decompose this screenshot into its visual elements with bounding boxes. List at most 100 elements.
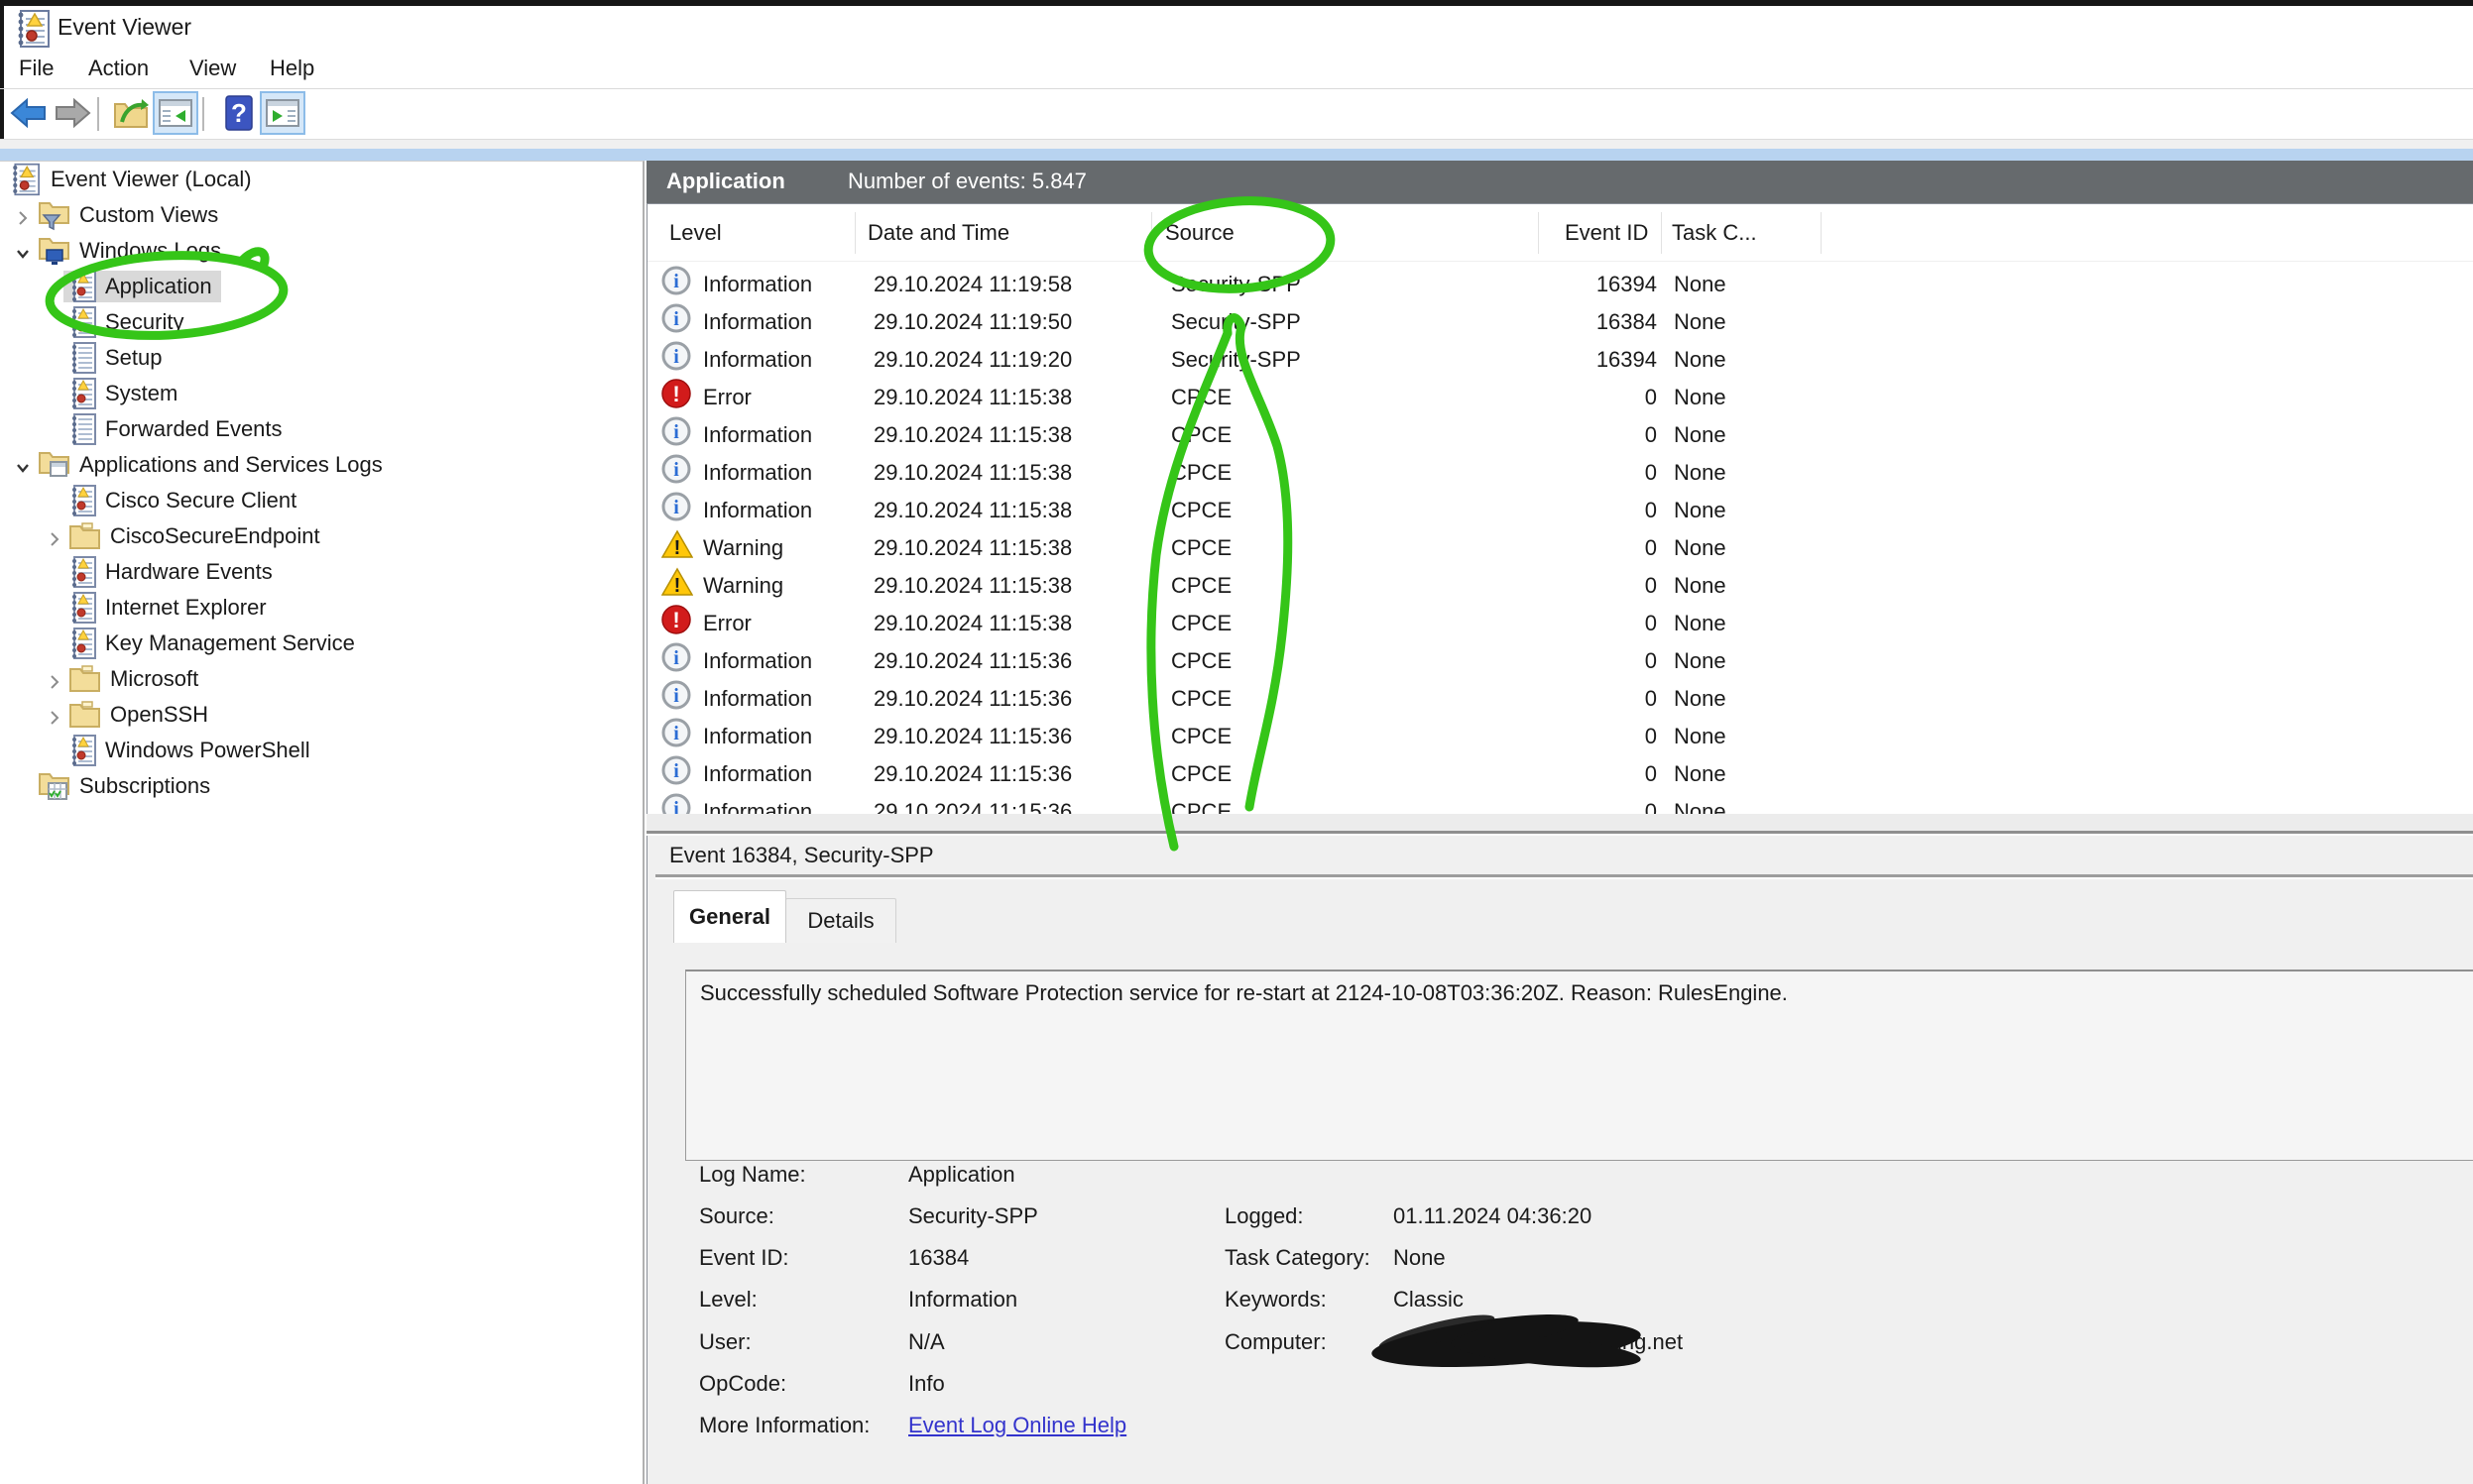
horizontal-splitter[interactable] — [647, 814, 2473, 836]
folder-subscriptions-icon — [38, 770, 70, 802]
event-task-category: None — [1674, 755, 1726, 793]
tree-item-event-viewer-local-[interactable]: Event Viewer (Local) — [0, 163, 641, 198]
event-row[interactable]: iInformation29.10.2024 11:15:36CPCE0None — [648, 755, 2473, 793]
event-datetime: 29.10.2024 11:15:36 — [874, 755, 1072, 793]
event-row[interactable]: iInformation29.10.2024 11:15:38CPCE0None — [648, 416, 2473, 454]
event-id: 0 — [1459, 605, 1657, 642]
tree-item-hardware-events[interactable]: Hardware Events — [0, 555, 641, 591]
warning-icon: ! — [661, 529, 693, 567]
column-header-task-c-[interactable]: Task C... — [1672, 204, 1757, 261]
menu-file[interactable]: File — [19, 54, 54, 83]
tree-item-openssh[interactable]: OpenSSH — [0, 698, 641, 734]
event-task-category: None — [1674, 379, 1726, 416]
event-id: 16384 — [1459, 303, 1657, 341]
field-label: Logged: — [1225, 1201, 1304, 1231]
tree-item-forwarded-events[interactable]: Forwarded Events — [0, 412, 641, 448]
column-header-source[interactable]: Source — [1165, 204, 1235, 261]
svg-text:i: i — [673, 308, 679, 330]
tree-item-cisco-secure-client[interactable]: Cisco Secure Client — [0, 484, 641, 519]
tree-item-system[interactable]: System — [0, 377, 641, 412]
tab-details[interactable]: Details — [785, 898, 896, 943]
tree-item-internet-explorer[interactable]: Internet Explorer — [0, 591, 641, 627]
chevron-down-icon[interactable] — [14, 457, 32, 475]
tree-item-label: Setup — [105, 345, 163, 371]
event-row[interactable]: iInformation29.10.2024 11:15:36CPCE0None — [648, 642, 2473, 680]
folder-subscriptions-icon — [38, 770, 70, 802]
tree-item-subscriptions[interactable]: Subscriptions — [0, 769, 641, 805]
tab-details-label: Details — [807, 908, 874, 934]
menu-action[interactable]: Action — [88, 54, 149, 83]
event-source: CPCE — [1171, 605, 1232, 642]
show-hide-action-pane-button[interactable] — [260, 91, 305, 135]
info-icon: i — [661, 755, 691, 793]
tree-item-windows-logs[interactable]: Windows Logs — [0, 234, 641, 270]
tree-item-windows-powershell[interactable]: Windows PowerShell — [0, 734, 641, 769]
tree-entry: Forwarded Events — [63, 413, 292, 445]
tree-item-key-management-service[interactable]: Key Management Service — [0, 627, 641, 662]
chevron-right-icon[interactable] — [46, 707, 63, 725]
event-row[interactable]: !Warning29.10.2024 11:15:38CPCE0None — [648, 567, 2473, 605]
column-separator[interactable] — [855, 212, 856, 254]
chevron-right-icon[interactable] — [14, 207, 32, 225]
event-row[interactable]: iInformation29.10.2024 11:15:38CPCE0None — [648, 454, 2473, 492]
info-icon: i — [661, 341, 691, 371]
tree-item-applications-and-services-logs[interactable]: Applications and Services Logs — [0, 448, 641, 484]
event-log-online-help-link[interactable]: Event Log Online Help — [908, 1411, 1126, 1440]
event-row[interactable]: iInformation29.10.2024 11:15:36CPCE0None — [648, 793, 2473, 815]
event-level: Error — [703, 605, 752, 642]
event-row[interactable]: !Error29.10.2024 11:15:38CPCE0None — [648, 605, 2473, 642]
menu-view[interactable]: View — [189, 54, 236, 83]
tree-entry: Windows Logs — [33, 235, 230, 267]
log-summary-event-count: Number of events: 5.847 — [848, 169, 1087, 194]
chevron-right-icon[interactable] — [46, 671, 63, 689]
field-label: Task Category: — [1225, 1243, 1370, 1273]
column-header-level[interactable]: Level — [669, 204, 722, 261]
tab-general-label: General — [689, 904, 770, 930]
tree-item-label: Custom Views — [79, 202, 218, 228]
show-hide-console-tree-button[interactable] — [153, 91, 198, 135]
back-button[interactable] — [6, 91, 52, 135]
open-saved-log-button[interactable] — [109, 91, 155, 135]
column-separator[interactable] — [1538, 212, 1539, 254]
error-icon: ! — [661, 379, 691, 416]
chevron-down-icon[interactable] — [14, 243, 32, 261]
field-label: User: — [699, 1327, 752, 1357]
event-row[interactable]: iInformation29.10.2024 11:19:20Security-… — [648, 341, 2473, 379]
event-row[interactable]: !Error29.10.2024 11:15:38CPCE0None — [648, 379, 2473, 416]
column-separator[interactable] — [1151, 212, 1152, 254]
info-icon: i — [661, 303, 691, 341]
tree-item-application[interactable]: Application — [0, 270, 641, 305]
forward-button[interactable] — [50, 91, 95, 135]
info-icon: i — [661, 416, 691, 446]
help-button[interactable]: ? — [216, 91, 262, 135]
tree-item-label: Hardware Events — [105, 559, 273, 585]
event-level: Information — [703, 341, 812, 379]
column-separator[interactable] — [1821, 212, 1822, 254]
field-value: Info — [908, 1369, 945, 1399]
column-separator[interactable] — [1661, 212, 1662, 254]
event-row[interactable]: iInformation29.10.2024 11:19:58Security-… — [648, 266, 2473, 303]
event-id: 16394 — [1459, 266, 1657, 303]
event-datetime: 29.10.2024 11:15:38 — [874, 492, 1072, 529]
tree-item-security[interactable]: Security — [0, 305, 641, 341]
event-row[interactable]: iInformation29.10.2024 11:15:36CPCE0None — [648, 718, 2473, 755]
event-description-box[interactable]: Successfully scheduled Software Protecti… — [685, 970, 2473, 1161]
tab-general[interactable]: General — [673, 890, 786, 943]
event-row[interactable]: iInformation29.10.2024 11:19:50Security-… — [648, 303, 2473, 341]
log-plain-icon — [68, 413, 96, 445]
tree-item-label: Windows Logs — [79, 238, 221, 264]
column-header-date-and-time[interactable]: Date and Time — [868, 204, 1009, 261]
event-source: Security-SPP — [1171, 303, 1301, 341]
tree-item-ciscosecureendpoint[interactable]: CiscoSecureEndpoint — [0, 519, 641, 555]
chevron-right-icon[interactable] — [46, 528, 63, 546]
field-label: Log Name: — [699, 1160, 806, 1190]
menu-help[interactable]: Help — [270, 54, 314, 83]
tree-item-setup[interactable]: Setup — [0, 341, 641, 377]
column-header-event-id[interactable]: Event ID — [1565, 204, 1648, 261]
event-row[interactable]: iInformation29.10.2024 11:15:36CPCE0None — [648, 680, 2473, 718]
event-row[interactable]: !Warning29.10.2024 11:15:38CPCE0None — [648, 529, 2473, 567]
tree-item-custom-views[interactable]: Custom Views — [0, 198, 641, 234]
tree-item-microsoft[interactable]: Microsoft — [0, 662, 641, 698]
event-row[interactable]: iInformation29.10.2024 11:15:38CPCE0None — [648, 492, 2473, 529]
title-bar: Event Viewer — [4, 6, 2473, 48]
